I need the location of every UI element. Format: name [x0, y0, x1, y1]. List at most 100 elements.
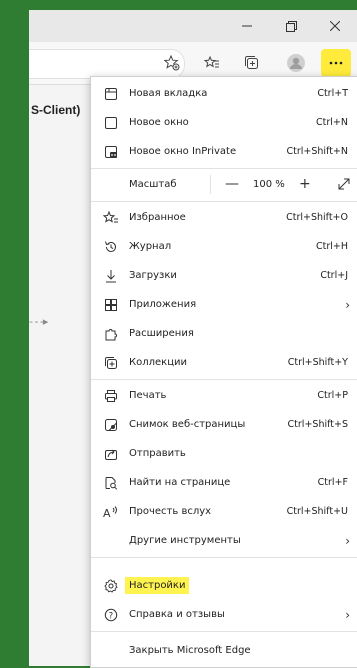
menu-item-label: Другие инструменты [129, 535, 241, 546]
close-icon [330, 21, 340, 31]
menu-divider [91, 168, 357, 169]
menu-item-settings[interactable]: Настройки [91, 571, 357, 600]
minimize-button[interactable] [225, 10, 269, 42]
menu-item-print[interactable]: Печать Ctrl+P [91, 381, 357, 410]
menu-item-shortcut: Ctrl+N [316, 117, 348, 128]
favorites-icon [204, 55, 220, 71]
menu-item-more-tools[interactable]: Другие инструменты › [91, 526, 357, 555]
download-icon [103, 268, 119, 284]
menu-item-label: Печать [129, 390, 167, 401]
menu-item-label: Новое окно [129, 117, 189, 128]
zoom-in-button[interactable]: + [299, 176, 311, 192]
restore-button[interactable] [269, 10, 313, 42]
collections-icon [244, 55, 260, 71]
menu-item-label: Новое окно InPrivate [129, 146, 237, 157]
minimize-icon [242, 21, 252, 31]
close-window-button[interactable] [313, 10, 357, 42]
menu-item-label: Загрузки [129, 270, 177, 281]
menu-item-read-aloud[interactable]: A Прочесть вслух Ctrl+Shift+U [91, 497, 357, 526]
find-icon [103, 475, 119, 491]
menu-item-shortcut: Ctrl+Shift+U [286, 506, 348, 517]
menu-item-web-capture[interactable]: Снимок веб-страницы Ctrl+Shift+S [91, 410, 357, 439]
menu-item-label: Снимок веб-страницы [129, 419, 246, 430]
star-plus-icon [164, 55, 180, 71]
menu-item-new-tab[interactable]: Новая вкладка Ctrl+T [91, 79, 357, 108]
menu-item-label: Новая вкладка [129, 88, 208, 99]
menu-item-apps[interactable]: Приложения › [91, 290, 357, 319]
screenshot-icon [103, 417, 119, 433]
menu-item-collections[interactable]: Коллекции Ctrl+Shift+Y [91, 348, 357, 377]
menu-item-downloads[interactable]: Загрузки Ctrl+J [91, 261, 357, 290]
svg-text:?: ? [109, 611, 114, 621]
menu-divider [91, 379, 357, 380]
settings-and-more-menu: Новая вкладка Ctrl+T Новое окно Ctrl+N Н… [90, 76, 357, 668]
favorites-button[interactable] [197, 49, 227, 77]
svg-text:A: A [103, 507, 111, 519]
chevron-right-icon: › [345, 607, 350, 622]
inprivate-icon [103, 144, 119, 160]
menu-divider [91, 631, 357, 632]
menu-divider [91, 201, 357, 202]
favorites-icon [103, 210, 119, 226]
menu-item-new-inprivate-window[interactable]: Новое окно InPrivate Ctrl+Shift+N [91, 137, 357, 166]
collections-button[interactable] [237, 49, 267, 77]
help-icon: ? [103, 607, 119, 623]
collections-icon [103, 355, 119, 371]
zoom-divider [210, 175, 211, 194]
menu-item-label: Коллекции [129, 357, 187, 368]
menu-item-extensions[interactable]: Расширения [91, 319, 357, 348]
read-aloud-icon: A [103, 504, 119, 520]
menu-item-label: Избранное [129, 212, 186, 223]
menu-divider [91, 557, 357, 558]
menu-item-zoom: Масштаб — 100 % + [91, 170, 357, 199]
profile-button[interactable] [281, 49, 311, 77]
history-icon [103, 239, 119, 255]
zoom-value: 100 % [253, 179, 285, 190]
menu-item-label: Отправить [129, 448, 186, 459]
menu-item-shortcut: Ctrl+H [315, 241, 348, 252]
menu-item-shortcut: Ctrl+Shift+N [286, 146, 348, 157]
fullscreen-button[interactable] [337, 177, 351, 191]
chevron-right-icon: › [345, 533, 350, 548]
menu-item-shortcut: Ctrl+Shift+S [287, 419, 348, 430]
menu-item-shortcut: Ctrl+F [317, 477, 348, 488]
restore-icon [285, 20, 297, 32]
zoom-out-button[interactable]: — [225, 176, 239, 192]
avatar-icon [286, 53, 306, 73]
menu-item-label: Справка и отзывы [129, 609, 225, 620]
menu-item-label: Расширения [129, 328, 194, 339]
share-icon [103, 446, 119, 462]
menu-item-label: Закрыть Microsoft Edge [129, 645, 251, 656]
menu-item-label: Найти на странице [129, 477, 231, 488]
menu-item-close-edge[interactable]: Закрыть Microsoft Edge [91, 636, 357, 665]
zoom-label: Масштаб [129, 179, 177, 190]
menu-item-find-on-page[interactable]: Найти на странице Ctrl+F [91, 468, 357, 497]
menu-item-shortcut: Ctrl+T [317, 88, 348, 99]
menu-item-shortcut: Ctrl+P [317, 390, 348, 401]
new-tab-icon [103, 86, 119, 102]
menu-item-shortcut: Ctrl+J [320, 270, 348, 281]
chevron-right-icon: › [345, 297, 350, 312]
title-bar [29, 10, 357, 42]
printer-icon [103, 388, 119, 404]
menu-item-history[interactable]: Журнал Ctrl+H [91, 232, 357, 261]
apps-icon [103, 297, 119, 313]
menu-item-label: Журнал [129, 241, 172, 252]
more-dots-icon [329, 61, 343, 65]
menu-item-label: Прочесть вслух [129, 506, 212, 517]
menu-item-shortcut: Ctrl+Shift+O [286, 212, 348, 223]
settings-and-more-button[interactable] [321, 49, 351, 77]
menu-item-share[interactable]: Отправить [91, 439, 357, 468]
puzzle-icon [103, 326, 119, 342]
menu-item-help-and-feedback[interactable]: ? Справка и отзывы › [91, 600, 357, 629]
menu-item-shortcut: Ctrl+Shift+Y [287, 357, 348, 368]
menu-item-label: Приложения [129, 299, 197, 310]
new-window-icon [103, 115, 119, 131]
page-heading-fragment: S-Client) [31, 103, 81, 117]
menu-item-new-window[interactable]: Новое окно Ctrl+N [91, 108, 357, 137]
expand-icon [337, 177, 351, 191]
add-favorite-button[interactable] [157, 49, 187, 77]
dashed-arrow-graphic: - - -▸ [29, 315, 48, 328]
gear-icon [103, 578, 119, 594]
menu-item-favorites[interactable]: Избранное Ctrl+Shift+O [91, 203, 357, 232]
